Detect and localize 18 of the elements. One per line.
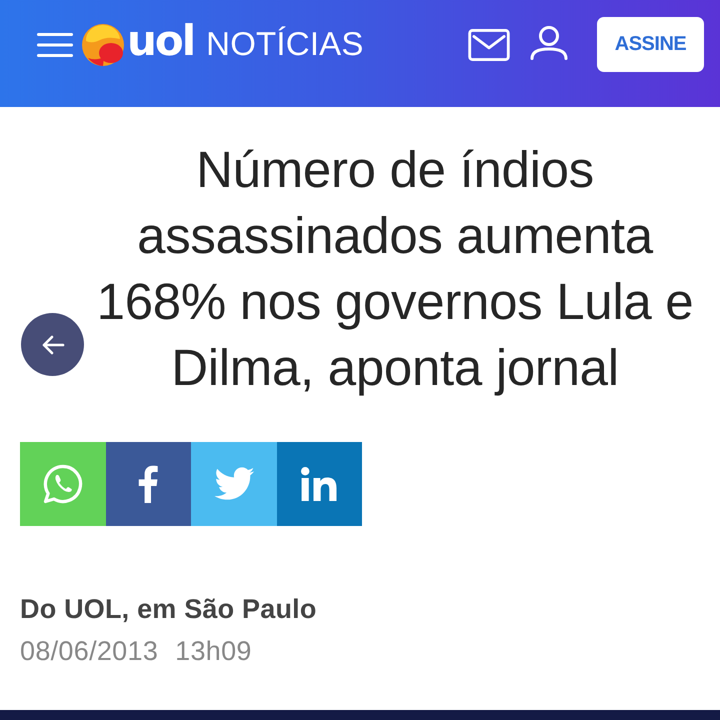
- share-button[interactable]: [276, 442, 362, 526]
- f-logo-icon: [138, 465, 158, 503]
- circle-logo-icon[interactable]: [82, 24, 124, 66]
- back-arrow-icon: [40, 334, 64, 354]
- headline: Número de índios assassinados aumenta 168% nos governos Lula e Dilma, aponta jornal: [96, 140, 694, 398]
- menu-icon[interactable]: [37, 32, 73, 56]
- subscribe-button[interactable]: ASSINE: [597, 17, 704, 72]
- brand-logo[interactable]: uol: [127, 20, 194, 62]
- in-logo-icon: [301, 467, 338, 501]
- phone-bubble-icon: [42, 464, 83, 504]
- publish-date: 08/06/2013: [20, 636, 158, 666]
- publish-time: 13h09: [175, 636, 252, 666]
- bird-icon: [212, 466, 255, 502]
- user-icon[interactable]: [530, 26, 568, 60]
- byline: Do UOL, em São Paulo: [20, 594, 318, 624]
- share-button[interactable]: [106, 442, 191, 526]
- mail-icon[interactable]: [468, 28, 510, 60]
- section-title[interactable]: NOTÍCIAS: [206, 27, 364, 60]
